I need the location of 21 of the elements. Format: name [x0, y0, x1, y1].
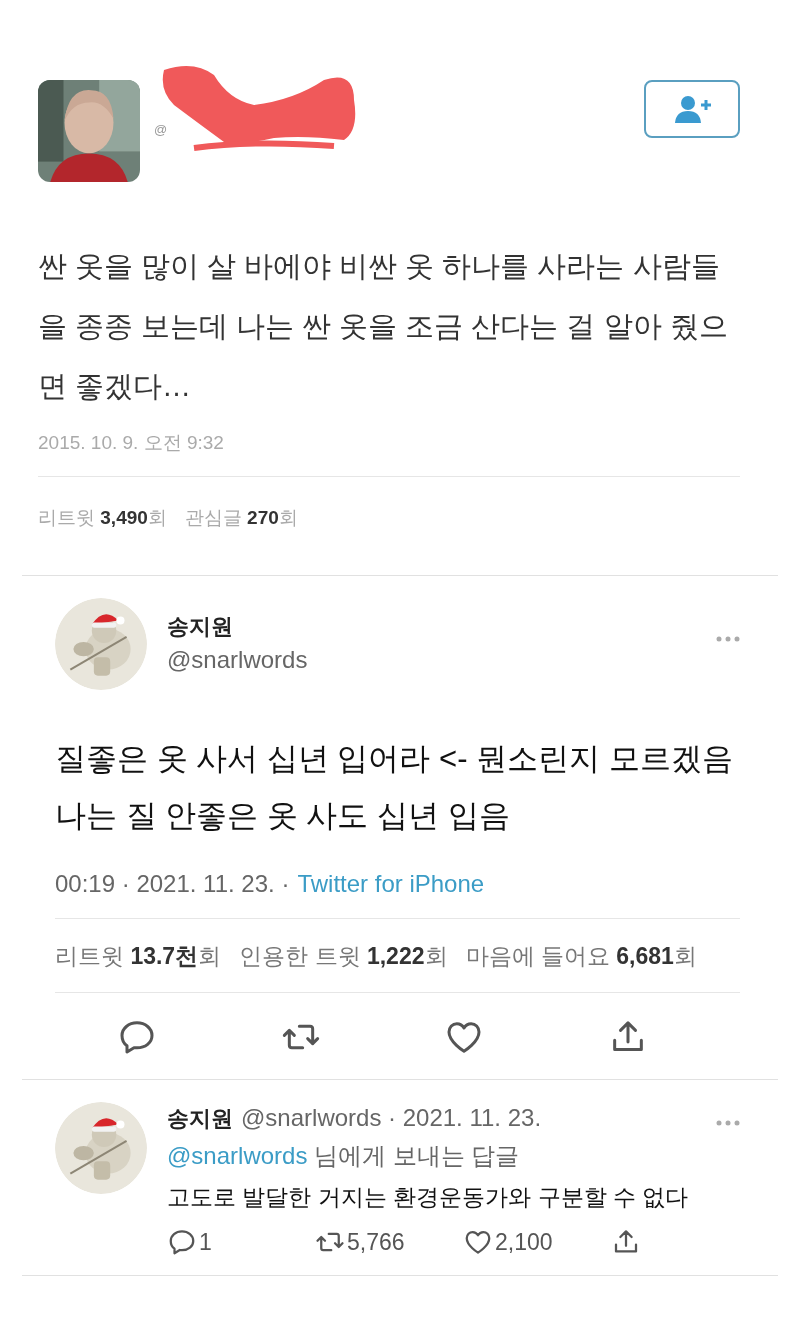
reply-context: @snarlwords 님에게 보내는 답글 — [167, 1141, 521, 1171]
tweet-meta: @snarlwords · 2021. 11. 23. — [241, 1104, 542, 1132]
tweet-text: 싼 옷을 많이 살 바에야 비싼 옷 하나를 사라는 사람들을 종종 보는데 나는 싼 옷을 조금 산다는 걸 알아 줬으면 좋겠다… — [38, 249, 728, 404]
user-handle: @ — [154, 122, 168, 137]
stat-count: 관심글 270회 — [184, 506, 298, 530]
display-name: 송지원 — [167, 1105, 233, 1133]
user-handle: @snarlwords — [167, 646, 308, 674]
display-name: 송지원 — [167, 613, 234, 641]
follow-button[interactable] — [644, 80, 740, 138]
stat-count: 리트윗 13.7천회 — [55, 942, 222, 971]
reply-text: 고도로 발달한 거지는 환경운동가와 구분할 수 없다 — [167, 1183, 690, 1212]
timestamp: 00:19 · 2021. 11. 23. · — [55, 870, 290, 898]
like-count-button[interactable]: 2,100 — [463, 1227, 611, 1257]
stat-count: 마음에 들어요 6,681회 — [465, 942, 697, 971]
stat-count: 인용한 트윗 1,222회 — [239, 942, 448, 971]
timestamp: 2015. 10. 9. 오전 9:32 — [38, 431, 225, 455]
tweet-text: 질좋은 옷 사서 십년 입어라 <- 뭔소린지 모르겠음 나는 질 안좋은 옷 사도 십년 입음 — [55, 740, 734, 835]
reply-count-button[interactable]: 1 — [167, 1227, 315, 1257]
comment-icon[interactable] — [167, 1227, 197, 1257]
stat-count: 리트윗 3,490회 — [38, 506, 167, 530]
retweet-count-button[interactable]: 5,766 — [315, 1227, 463, 1257]
